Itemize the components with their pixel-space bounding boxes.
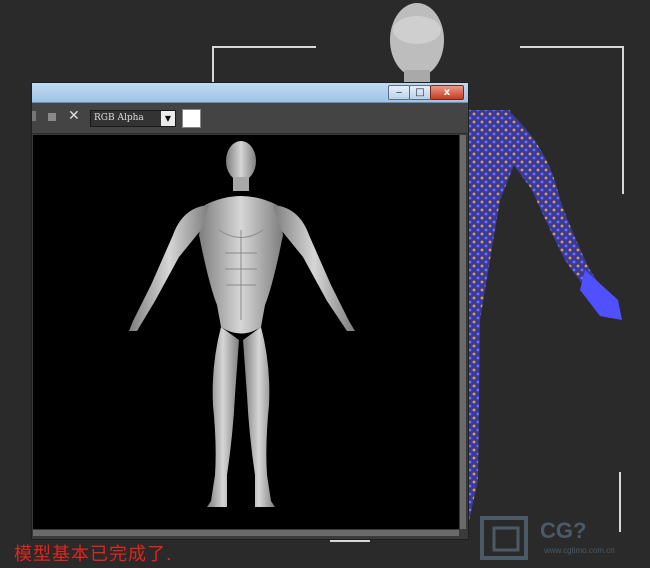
maximize-button[interactable]: □ (409, 85, 431, 100)
caption-text: 模型基本已完成了. (14, 544, 173, 565)
close-button[interactable]: x (430, 85, 464, 100)
wireframe-torso (460, 110, 520, 540)
region-icon[interactable] (32, 111, 36, 121)
stop-icon[interactable] (48, 113, 56, 121)
watermark-logo-icon (480, 516, 528, 560)
triangle-down-icon[interactable]: ▼ (161, 111, 175, 126)
clear-icon[interactable]: ✕ (68, 109, 80, 123)
channel-select-value: RGB Alpha (94, 113, 144, 123)
rendered-frame-window[interactable]: ‒ □ x ✕ RGB Alpha ▼ (31, 82, 469, 540)
channel-select[interactable]: RGB Alpha ▼ (90, 110, 176, 127)
rendered-figure-image (129, 141, 355, 507)
site-watermark: CG? www.cgtimo.com.cn (478, 514, 638, 564)
window-titlebar[interactable]: ‒ □ x (32, 83, 468, 103)
watermark-brand: CG? (540, 518, 587, 543)
color-swatch[interactable] (182, 109, 201, 128)
watermark-url: www.cgtimo.com.cn (544, 546, 615, 555)
minimize-button[interactable]: ‒ (388, 85, 410, 100)
horizontal-scrollbar[interactable] (33, 530, 459, 536)
render-output (33, 135, 459, 529)
render-toolbar: ✕ RGB Alpha ▼ (32, 103, 468, 134)
vertical-scrollbar[interactable] (460, 135, 466, 529)
